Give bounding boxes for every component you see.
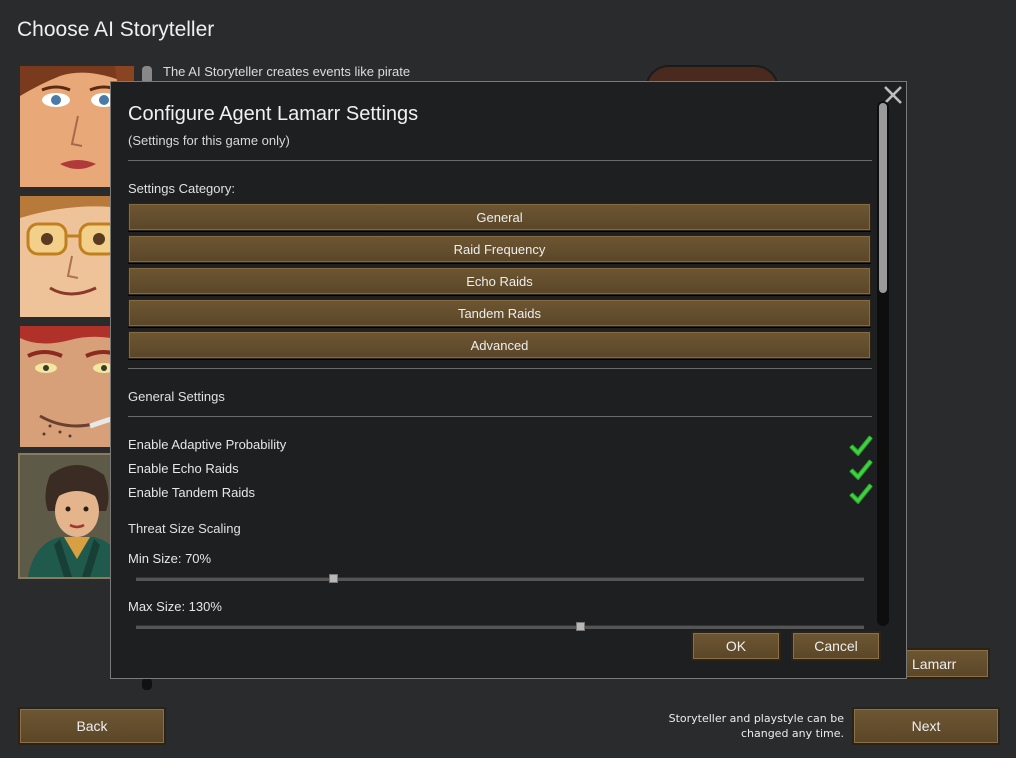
category-advanced-button[interactable]: Advanced [128,331,871,359]
cancel-button[interactable]: Cancel [791,631,881,661]
option-tandem-raids[interactable]: Enable Tandem Raids [128,482,873,507]
storyteller-name-button[interactable]: Lamarr [902,648,990,679]
section-title: General Settings [128,389,225,404]
checkmark-icon[interactable] [849,434,873,457]
page-title: Choose AI Storyteller [17,18,215,41]
option-label: Enable Adaptive Probability [128,437,287,452]
ok-button[interactable]: OK [691,631,781,661]
category-echo-raids-button[interactable]: Echo Raids [128,267,871,295]
max-size-label: Max Size: 130% [128,599,222,614]
category-general-button[interactable]: General [128,203,871,231]
slider-thumb[interactable] [328,574,338,583]
next-button[interactable]: Next [852,707,1000,745]
dialog-scrollbar[interactable] [877,101,889,626]
storyteller-hint: Storyteller and playstyle can be changed… [669,711,844,741]
scrollbar-thumb[interactable] [879,103,887,293]
background-scrollbar-bottom [142,678,152,690]
storyteller-description: The AI Storyteller creates events like p… [163,64,411,79]
back-button[interactable]: Back [18,707,166,745]
hint-line-1: Storyteller and playstyle can be [668,712,844,725]
option-echo-raids[interactable]: Enable Echo Raids [128,458,873,483]
min-size-label: Min Size: 70% [128,551,212,566]
threat-scaling-label: Threat Size Scaling [128,521,241,536]
dialog-subtitle: (Settings for this game only) [128,133,290,148]
option-label: Enable Tandem Raids [128,485,255,500]
hint-line-2: changed any time. [740,727,844,740]
settings-dialog: Configure Agent Lamarr Settings (Setting… [110,81,907,679]
settings-category-label: Settings Category: [128,181,235,196]
divider [128,368,872,369]
checkmark-icon[interactable] [849,458,873,481]
category-raid-frequency-button[interactable]: Raid Frequency [128,235,871,263]
max-size-slider[interactable] [136,622,864,631]
slider-thumb[interactable] [576,622,586,631]
divider [128,160,872,161]
checkmark-icon[interactable] [849,482,873,505]
dialog-title: Configure Agent Lamarr Settings [128,103,419,125]
min-size-slider[interactable] [136,574,864,583]
divider [128,416,872,417]
category-tandem-raids-button[interactable]: Tandem Raids [128,299,871,327]
option-label: Enable Echo Raids [128,461,239,476]
option-adaptive-probability[interactable]: Enable Adaptive Probability [128,434,873,459]
